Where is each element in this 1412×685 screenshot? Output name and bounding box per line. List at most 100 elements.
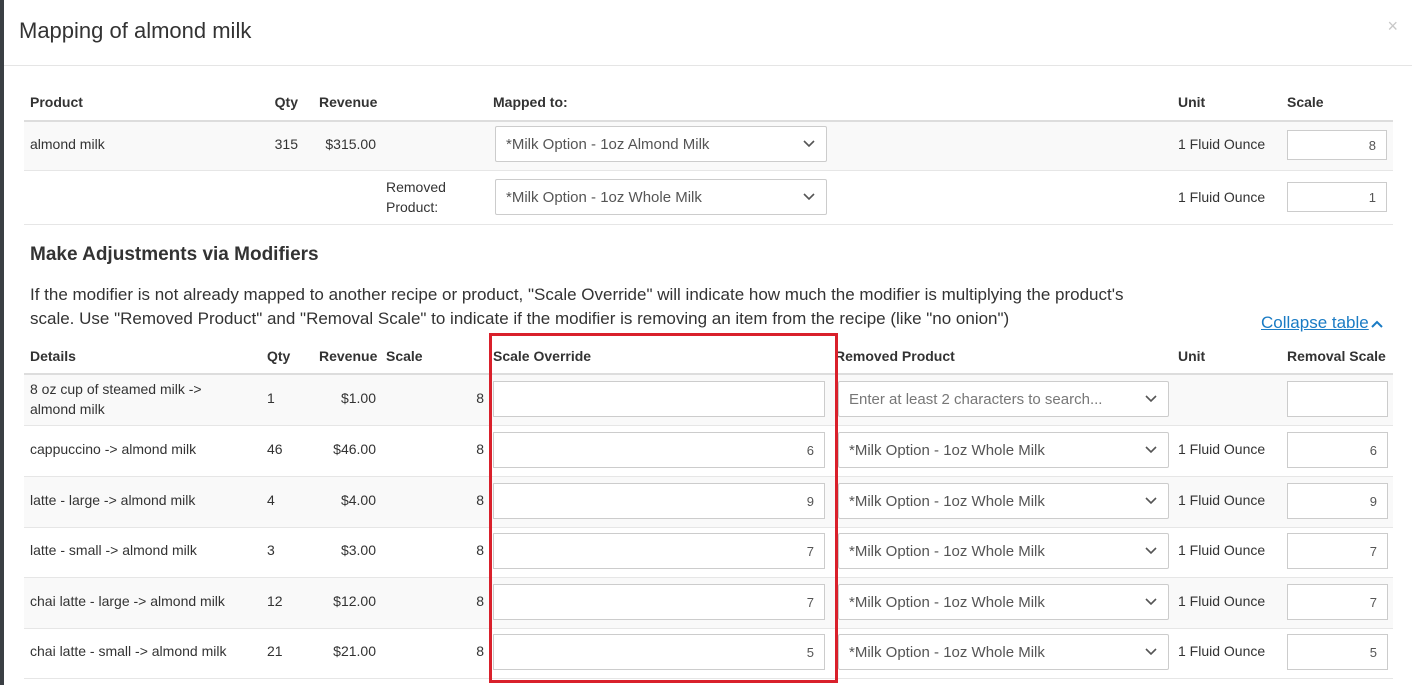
modifier-scale: 8 bbox=[476, 390, 484, 406]
modifier-scale: 8 bbox=[476, 492, 484, 508]
modifier-scale: 8 bbox=[476, 441, 484, 457]
header-scale-override: Scale Override bbox=[493, 348, 592, 364]
mapped-to-value: *Milk Option - 1oz Almond Milk bbox=[506, 136, 710, 153]
removed-product-value: *Milk Option - 1oz Whole Milk bbox=[849, 442, 1045, 459]
collapse-table-label: Collapse table bbox=[1261, 313, 1369, 332]
row-divider bbox=[24, 678, 1393, 679]
header-removed-product: Removed Product bbox=[835, 348, 955, 364]
row-divider bbox=[24, 224, 1393, 225]
modifier-revenue: $1.00 bbox=[340, 390, 376, 406]
modifier-details: 8 oz cup of steamed milk -> almond milk bbox=[30, 381, 202, 417]
table-row: cappuccino -> almond milk 46 $46.00 8 6 … bbox=[24, 426, 1393, 476]
removed-product-select[interactable]: Enter at least 2 characters to search... bbox=[838, 381, 1169, 417]
removed-product-unit: 1 Fluid Ounce bbox=[1178, 189, 1266, 205]
header-qty: Qty bbox=[267, 348, 291, 364]
modal-header: Mapping of almond milk × bbox=[4, 0, 1412, 66]
removal-scale-input[interactable]: 7 bbox=[1287, 584, 1388, 620]
scale-override-input[interactable]: 7 bbox=[493, 584, 825, 620]
modifier-qty: 4 bbox=[267, 492, 275, 508]
adjustments-title: Make Adjustments via Modifiers bbox=[30, 244, 319, 265]
removed-product-select[interactable]: *Milk Option - 1oz Whole Milk bbox=[838, 533, 1169, 569]
modifier-revenue: $4.00 bbox=[340, 492, 376, 508]
modifier-details: latte - large -> almond milk bbox=[30, 492, 196, 508]
header-scale: Scale bbox=[1287, 94, 1324, 110]
chevron-down-icon bbox=[1145, 446, 1157, 454]
table-row: latte - small -> almond milk 3 $3.00 8 7… bbox=[24, 527, 1393, 577]
removed-product-select[interactable]: *Milk Option - 1oz Whole Milk bbox=[838, 634, 1169, 670]
removed-product-select[interactable]: *Milk Option - 1oz Whole Milk bbox=[838, 432, 1169, 468]
removed-product-value: *Milk Option - 1oz Whole Milk bbox=[849, 543, 1045, 560]
chevron-down-icon bbox=[803, 193, 815, 201]
product-unit: 1 Fluid Ounce bbox=[1178, 136, 1266, 152]
removed-product-value: *Milk Option - 1oz Whole Milk bbox=[849, 644, 1045, 661]
chevron-down-icon bbox=[1145, 395, 1157, 403]
header-unit: Unit bbox=[1178, 94, 1206, 110]
chevron-down-icon bbox=[1145, 547, 1157, 555]
removed-product-value: *Milk Option - 1oz Whole Milk bbox=[849, 493, 1045, 510]
removed-product-select[interactable]: *Milk Option - 1oz Whole Milk bbox=[838, 483, 1169, 519]
modifier-unit: 1 Fluid Ounce bbox=[1178, 643, 1266, 659]
modifier-details: latte - small -> almond milk bbox=[30, 542, 197, 558]
modifiers-table: Details Qty Revenue Scale Scale Override… bbox=[24, 338, 1393, 685]
scale-override-input[interactable]: 9 bbox=[493, 483, 825, 519]
modifier-scale: 8 bbox=[476, 643, 484, 659]
scale-override-input[interactable]: 6 bbox=[493, 432, 825, 468]
chevron-down-icon bbox=[1145, 598, 1157, 606]
removal-scale-input[interactable]: 6 bbox=[1287, 432, 1388, 468]
chevron-down-icon bbox=[1145, 497, 1157, 505]
modifier-details: chai latte - small -> almond milk bbox=[30, 643, 227, 659]
adjustments-help-text: If the modifier is not already mapped to… bbox=[30, 285, 1124, 328]
table-row: chai latte - small -> almond milk 21 $21… bbox=[24, 628, 1393, 678]
modifier-qty: 1 bbox=[267, 390, 275, 406]
removed-product-row: Removed Product: *Milk Option - 1oz Whol… bbox=[24, 171, 1393, 224]
table-row: chai latte - large -> almond milk 12 $12… bbox=[24, 578, 1393, 628]
mapped-to-select[interactable]: *Milk Option - 1oz Almond Milk bbox=[495, 126, 827, 162]
removal-scale-input[interactable]: 5 bbox=[1287, 634, 1388, 670]
header-unit: Unit bbox=[1178, 348, 1206, 364]
product-revenue: $315.00 bbox=[325, 136, 376, 152]
chevron-down-icon bbox=[803, 140, 815, 148]
scale-input[interactable]: 8 bbox=[1287, 130, 1387, 160]
product-qty: 315 bbox=[274, 136, 298, 152]
table-row: almond milk 315 $315.00 *Milk Option - 1… bbox=[24, 122, 1393, 170]
removed-product-label: Removed Product: bbox=[386, 179, 446, 215]
modifier-revenue: $21.00 bbox=[333, 643, 376, 659]
header-mapped-to: Mapped to: bbox=[493, 94, 568, 110]
removed-product-select[interactable]: *Milk Option - 1oz Whole Milk bbox=[838, 584, 1169, 620]
mapping-modal: Mapping of almond milk × Product Qty Rev… bbox=[4, 0, 1412, 685]
removed-product-select[interactable]: *Milk Option - 1oz Whole Milk bbox=[495, 179, 827, 215]
modifier-unit: 1 Fluid Ounce bbox=[1178, 593, 1266, 609]
modifier-unit: 1 Fluid Ounce bbox=[1178, 441, 1266, 457]
removed-product-value: *Milk Option - 1oz Whole Milk bbox=[506, 189, 702, 206]
header-revenue: Revenue bbox=[319, 94, 378, 110]
modifier-details: chai latte - large -> almond milk bbox=[30, 593, 225, 609]
header-details: Details bbox=[30, 348, 76, 364]
header-revenue: Revenue bbox=[319, 348, 378, 364]
modifier-qty: 46 bbox=[267, 441, 283, 457]
collapse-table-link[interactable]: Collapse table bbox=[1261, 313, 1383, 333]
removal-scale-input[interactable]: 9 bbox=[1287, 483, 1388, 519]
modifier-qty: 21 bbox=[267, 643, 283, 659]
modifier-unit: 1 Fluid Ounce bbox=[1178, 492, 1266, 508]
removal-scale-input[interactable]: 7 bbox=[1287, 533, 1388, 569]
modifier-details: cappuccino -> almond milk bbox=[30, 441, 197, 457]
close-icon[interactable]: × bbox=[1387, 16, 1398, 37]
modifier-revenue: $3.00 bbox=[340, 542, 376, 558]
product-name: almond milk bbox=[30, 136, 105, 152]
removed-scale-input[interactable]: 1 bbox=[1287, 182, 1387, 212]
modifier-qty: 3 bbox=[267, 542, 275, 558]
table-row: 8 oz cup of steamed milk -> almond milk … bbox=[24, 375, 1393, 425]
scale-override-input[interactable] bbox=[493, 381, 825, 417]
modal-title: Mapping of almond milk bbox=[19, 18, 252, 43]
table-row: latte - large -> almond milk 4 $4.00 8 9… bbox=[24, 477, 1393, 527]
modifier-scale: 8 bbox=[476, 593, 484, 609]
header-scale: Scale bbox=[386, 348, 423, 364]
chevron-up-icon bbox=[1371, 320, 1383, 328]
header-removal-scale: Removal Scale bbox=[1287, 348, 1386, 364]
scale-override-input[interactable]: 7 bbox=[493, 533, 825, 569]
modifier-scale: 8 bbox=[476, 542, 484, 558]
scale-override-input[interactable]: 5 bbox=[493, 634, 825, 670]
removal-scale-input[interactable] bbox=[1287, 381, 1388, 417]
header-product: Product bbox=[30, 94, 83, 110]
modifier-unit: 1 Fluid Ounce bbox=[1178, 542, 1266, 558]
